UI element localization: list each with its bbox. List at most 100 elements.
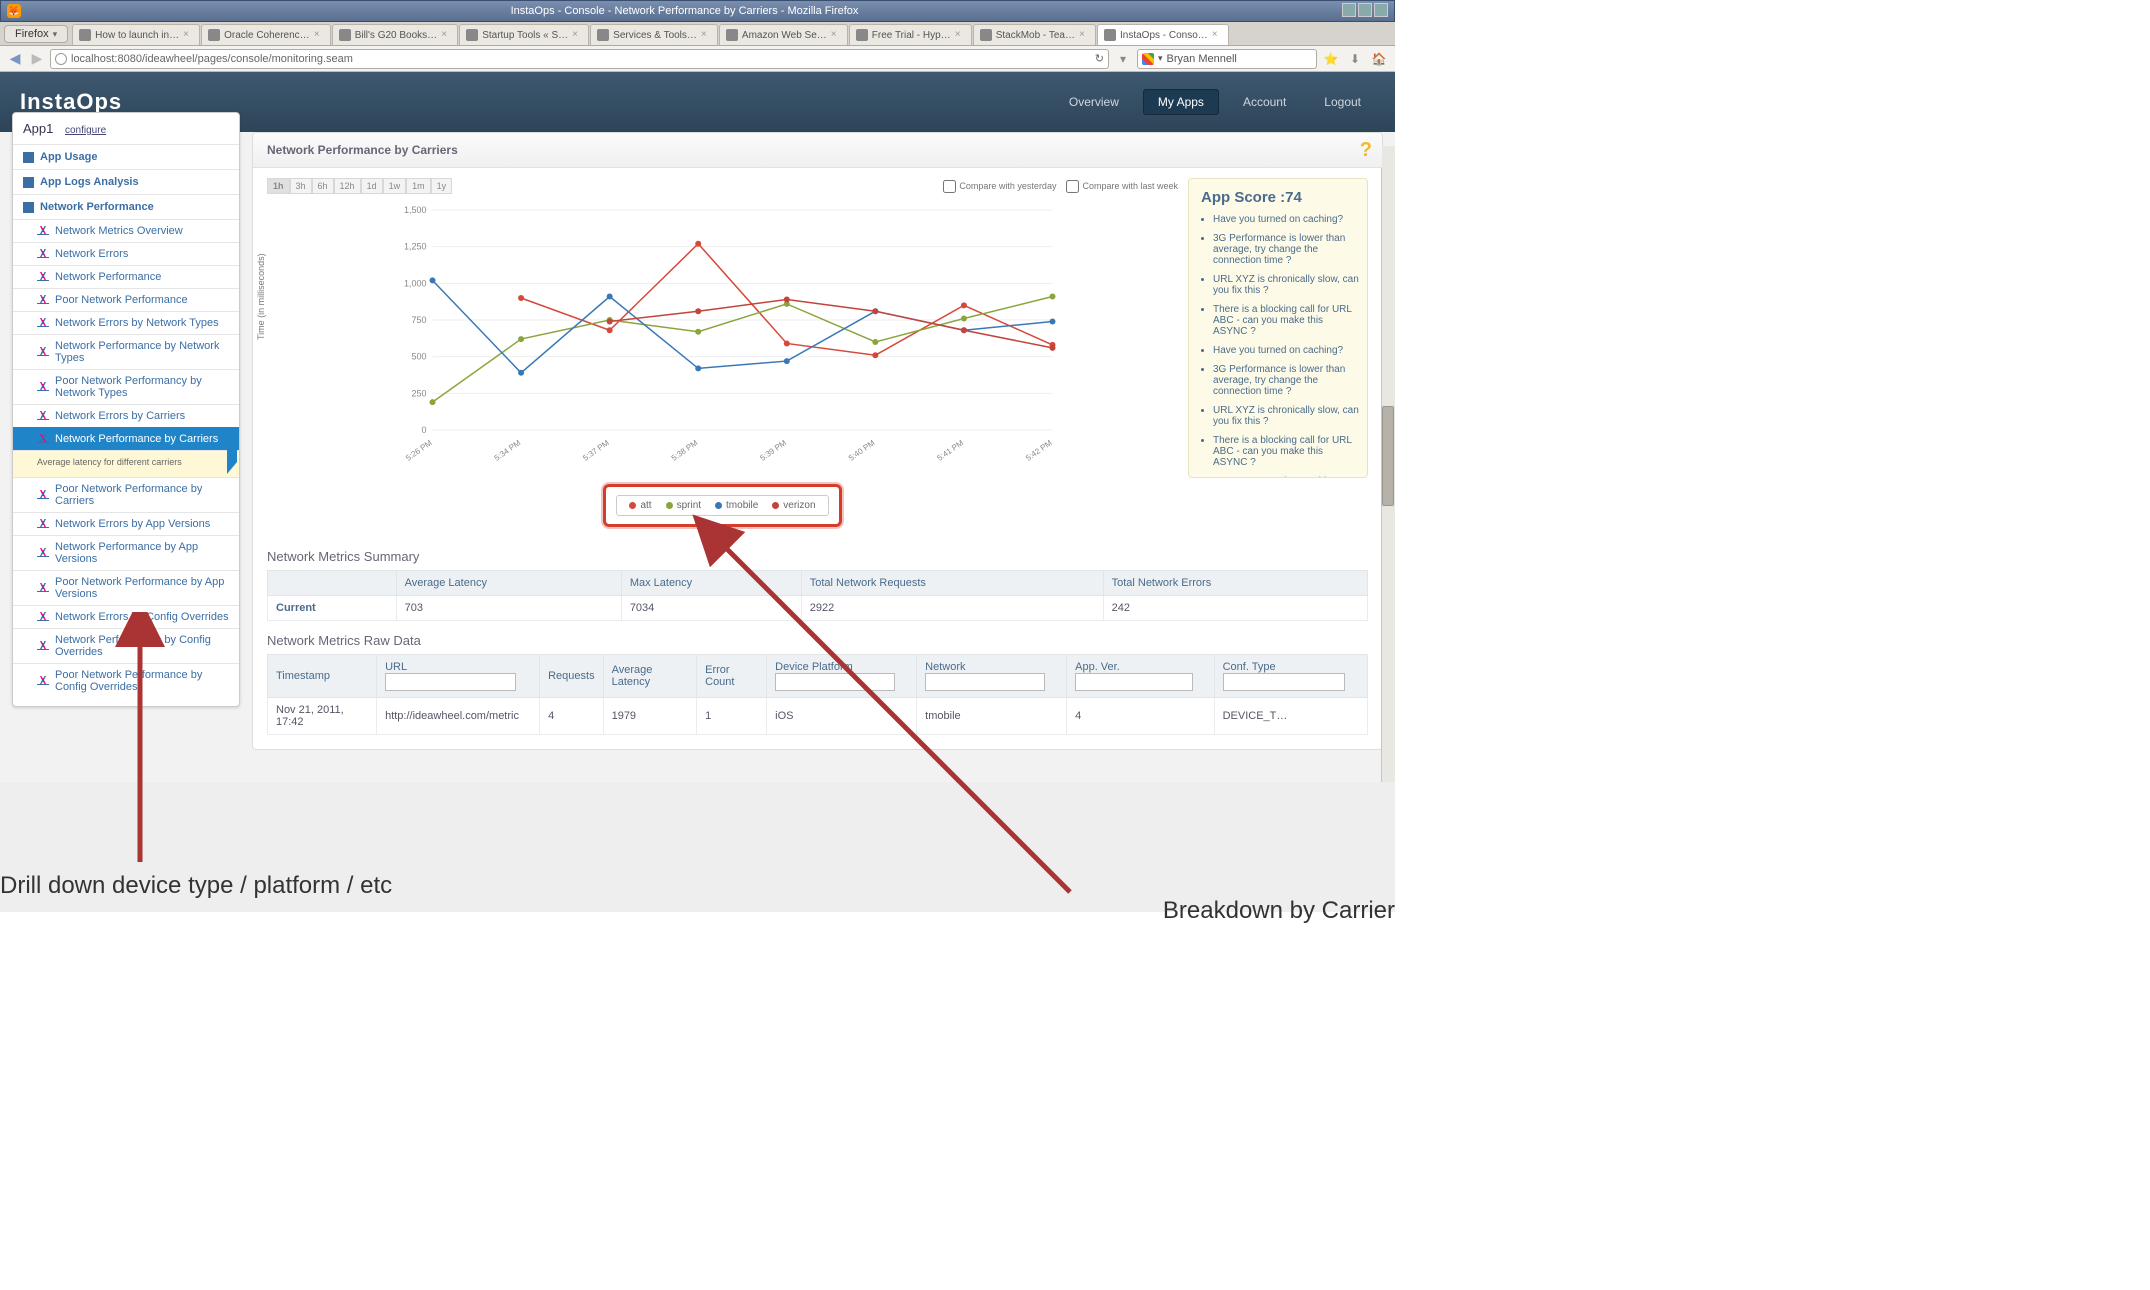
- topnav-overview[interactable]: Overview: [1055, 90, 1133, 114]
- sidebar-item[interactable]: Poor Network Performancy by Network Type…: [13, 369, 239, 404]
- compare-yesterday[interactable]: Compare with yesterday: [943, 180, 1056, 193]
- browser-tab[interactable]: Oracle Coherenc…×: [201, 24, 331, 45]
- sidebar-item[interactable]: Network Errors by Carriers: [13, 404, 239, 427]
- browser-tab[interactable]: Free Trial - Hyp…×: [849, 24, 972, 45]
- close-icon[interactable]: ×: [1212, 30, 1222, 40]
- browser-tab[interactable]: StackMob - Tea…×: [973, 24, 1096, 45]
- filter-input[interactable]: [1223, 673, 1346, 691]
- browser-tab[interactable]: Startup Tools « S…×: [459, 24, 589, 45]
- topnav-my-apps[interactable]: My Apps: [1143, 89, 1219, 115]
- back-button[interactable]: ◀: [6, 50, 24, 68]
- sidebar-group[interactable]: Network Performance: [13, 194, 239, 219]
- time-range-6h[interactable]: 6h: [312, 178, 334, 194]
- score-tip: There is a blocking call for URL ABC - c…: [1213, 304, 1359, 337]
- time-range-1w[interactable]: 1w: [383, 178, 407, 194]
- close-icon[interactable]: ×: [572, 30, 582, 40]
- window-title: InstaOps - Console - Network Performance…: [29, 5, 1340, 17]
- filter-input[interactable]: [1075, 673, 1192, 691]
- time-range-12h[interactable]: 12h: [334, 178, 361, 194]
- svg-text:5:34 PM: 5:34 PM: [493, 438, 523, 463]
- window-controls[interactable]: [1340, 3, 1388, 20]
- sidebar-group[interactable]: App Usage: [13, 144, 239, 169]
- chart-line-icon: [37, 318, 49, 328]
- close-icon[interactable]: ×: [955, 30, 965, 40]
- google-icon: [1142, 53, 1154, 65]
- sidebar-item[interactable]: Poor Network Performance by Carriers: [13, 477, 239, 512]
- sidebar-item[interactable]: Network Performance by Network Types: [13, 334, 239, 369]
- sidebar-item[interactable]: Network Errors: [13, 242, 239, 265]
- favicon: [980, 29, 992, 41]
- rawdata-title: Network Metrics Raw Data: [267, 633, 1368, 648]
- sidebar-item[interactable]: Poor Network Performance: [13, 288, 239, 311]
- score-tip: URL XYZ is chronically slow, can you fix…: [1213, 274, 1359, 296]
- chart-line-icon: [37, 272, 49, 282]
- rss-icon[interactable]: ▾: [1113, 49, 1133, 69]
- browser-tab[interactable]: InstaOps - Conso…×: [1097, 24, 1229, 45]
- topnav-logout[interactable]: Logout: [1310, 90, 1375, 114]
- forward-button[interactable]: ▶: [28, 50, 46, 68]
- filter-input[interactable]: [385, 673, 516, 691]
- firefox-menu-button[interactable]: Firefox▾: [4, 25, 68, 43]
- url-bar[interactable]: localhost:8080/ideawheel/pages/console/m…: [50, 49, 1109, 69]
- sidebar-item[interactable]: Network Performance by App Versions: [13, 535, 239, 570]
- filter-input[interactable]: [775, 673, 895, 691]
- browser-tab[interactable]: Services & Tools…×: [590, 24, 718, 45]
- favicon: [1104, 29, 1116, 41]
- chart-legend: attsprinttmobileverizon: [616, 495, 828, 516]
- line-chart: Time (in milliseconds) 02505007501,0001,…: [267, 200, 1178, 480]
- reload-icon[interactable]: ↻: [1095, 52, 1104, 65]
- favicon: [856, 29, 868, 41]
- globe-icon: [55, 53, 67, 65]
- svg-text:5:37 PM: 5:37 PM: [581, 438, 611, 463]
- close-icon[interactable]: ×: [183, 30, 193, 40]
- sidebar-item[interactable]: Network Metrics Overview: [13, 219, 239, 242]
- chart-line-icon: [37, 641, 49, 651]
- close-icon[interactable]: ×: [831, 30, 841, 40]
- time-range-3h[interactable]: 3h: [290, 178, 312, 194]
- sidebar-item[interactable]: Network Performance by Config Overrides: [13, 628, 239, 663]
- app-selector[interactable]: App1 configure: [13, 113, 239, 144]
- favicon: [208, 29, 220, 41]
- sidebar-item[interactable]: Network Errors by Config Overrides: [13, 605, 239, 628]
- favicon: [726, 29, 738, 41]
- scrollbar[interactable]: [1381, 146, 1395, 782]
- svg-text:0: 0: [421, 425, 426, 435]
- app-score-panel: App Score :74 Have you turned on caching…: [1188, 178, 1368, 478]
- sidebar-item[interactable]: Network Performance: [13, 265, 239, 288]
- chart-line-icon: [37, 382, 49, 392]
- bookmark-icon[interactable]: ⭐: [1321, 49, 1341, 69]
- sidebar-item[interactable]: Network Performance by Carriers: [13, 427, 239, 450]
- topnav-account[interactable]: Account: [1229, 90, 1300, 114]
- close-icon[interactable]: ×: [701, 30, 711, 40]
- time-range-1d[interactable]: 1d: [361, 178, 383, 194]
- sidebar-group[interactable]: App Logs Analysis: [13, 169, 239, 194]
- sidebar-item[interactable]: Network Errors by App Versions: [13, 512, 239, 535]
- help-icon[interactable]: ?: [1360, 139, 1372, 162]
- close-icon[interactable]: ×: [441, 30, 451, 40]
- time-range-1m[interactable]: 1m: [406, 178, 431, 194]
- sidebar-item[interactable]: Poor Network Performance by Config Overr…: [13, 663, 239, 698]
- panel-header: Network Performance by Carriers ?: [253, 133, 1382, 168]
- close-icon[interactable]: ×: [1079, 30, 1089, 40]
- browser-tab[interactable]: Amazon Web Se…×: [719, 24, 848, 45]
- search-text: Bryan Mennell: [1167, 53, 1237, 65]
- browser-search[interactable]: ▾ Bryan Mennell: [1137, 49, 1317, 69]
- favicon: [597, 29, 609, 41]
- configure-link[interactable]: configure: [65, 125, 106, 136]
- browser-tab[interactable]: Bill's G20 Books…×: [332, 24, 459, 45]
- sidebar-item[interactable]: Poor Network Performance by App Versions: [13, 570, 239, 605]
- firefox-icon: 🦊: [7, 4, 21, 18]
- svg-text:5:39 PM: 5:39 PM: [758, 438, 788, 463]
- home-icon[interactable]: 🏠: [1369, 49, 1389, 69]
- table-row: Nov 21, 2011, 17:42http://ideawheel.com/…: [268, 698, 1368, 735]
- download-icon[interactable]: ⬇: [1345, 49, 1365, 69]
- browser-tab[interactable]: How to launch in…×: [72, 24, 200, 45]
- compare-lastweek[interactable]: Compare with last week: [1066, 180, 1178, 193]
- time-range-1h[interactable]: 1h: [267, 178, 290, 194]
- close-icon[interactable]: ×: [314, 30, 324, 40]
- score-tip: Have you turned on caching?: [1213, 214, 1359, 225]
- score-tip: Have you turned on caching?: [1213, 345, 1359, 356]
- time-range-1y[interactable]: 1y: [431, 178, 453, 194]
- sidebar-item[interactable]: Network Errors by Network Types: [13, 311, 239, 334]
- filter-input[interactable]: [925, 673, 1045, 691]
